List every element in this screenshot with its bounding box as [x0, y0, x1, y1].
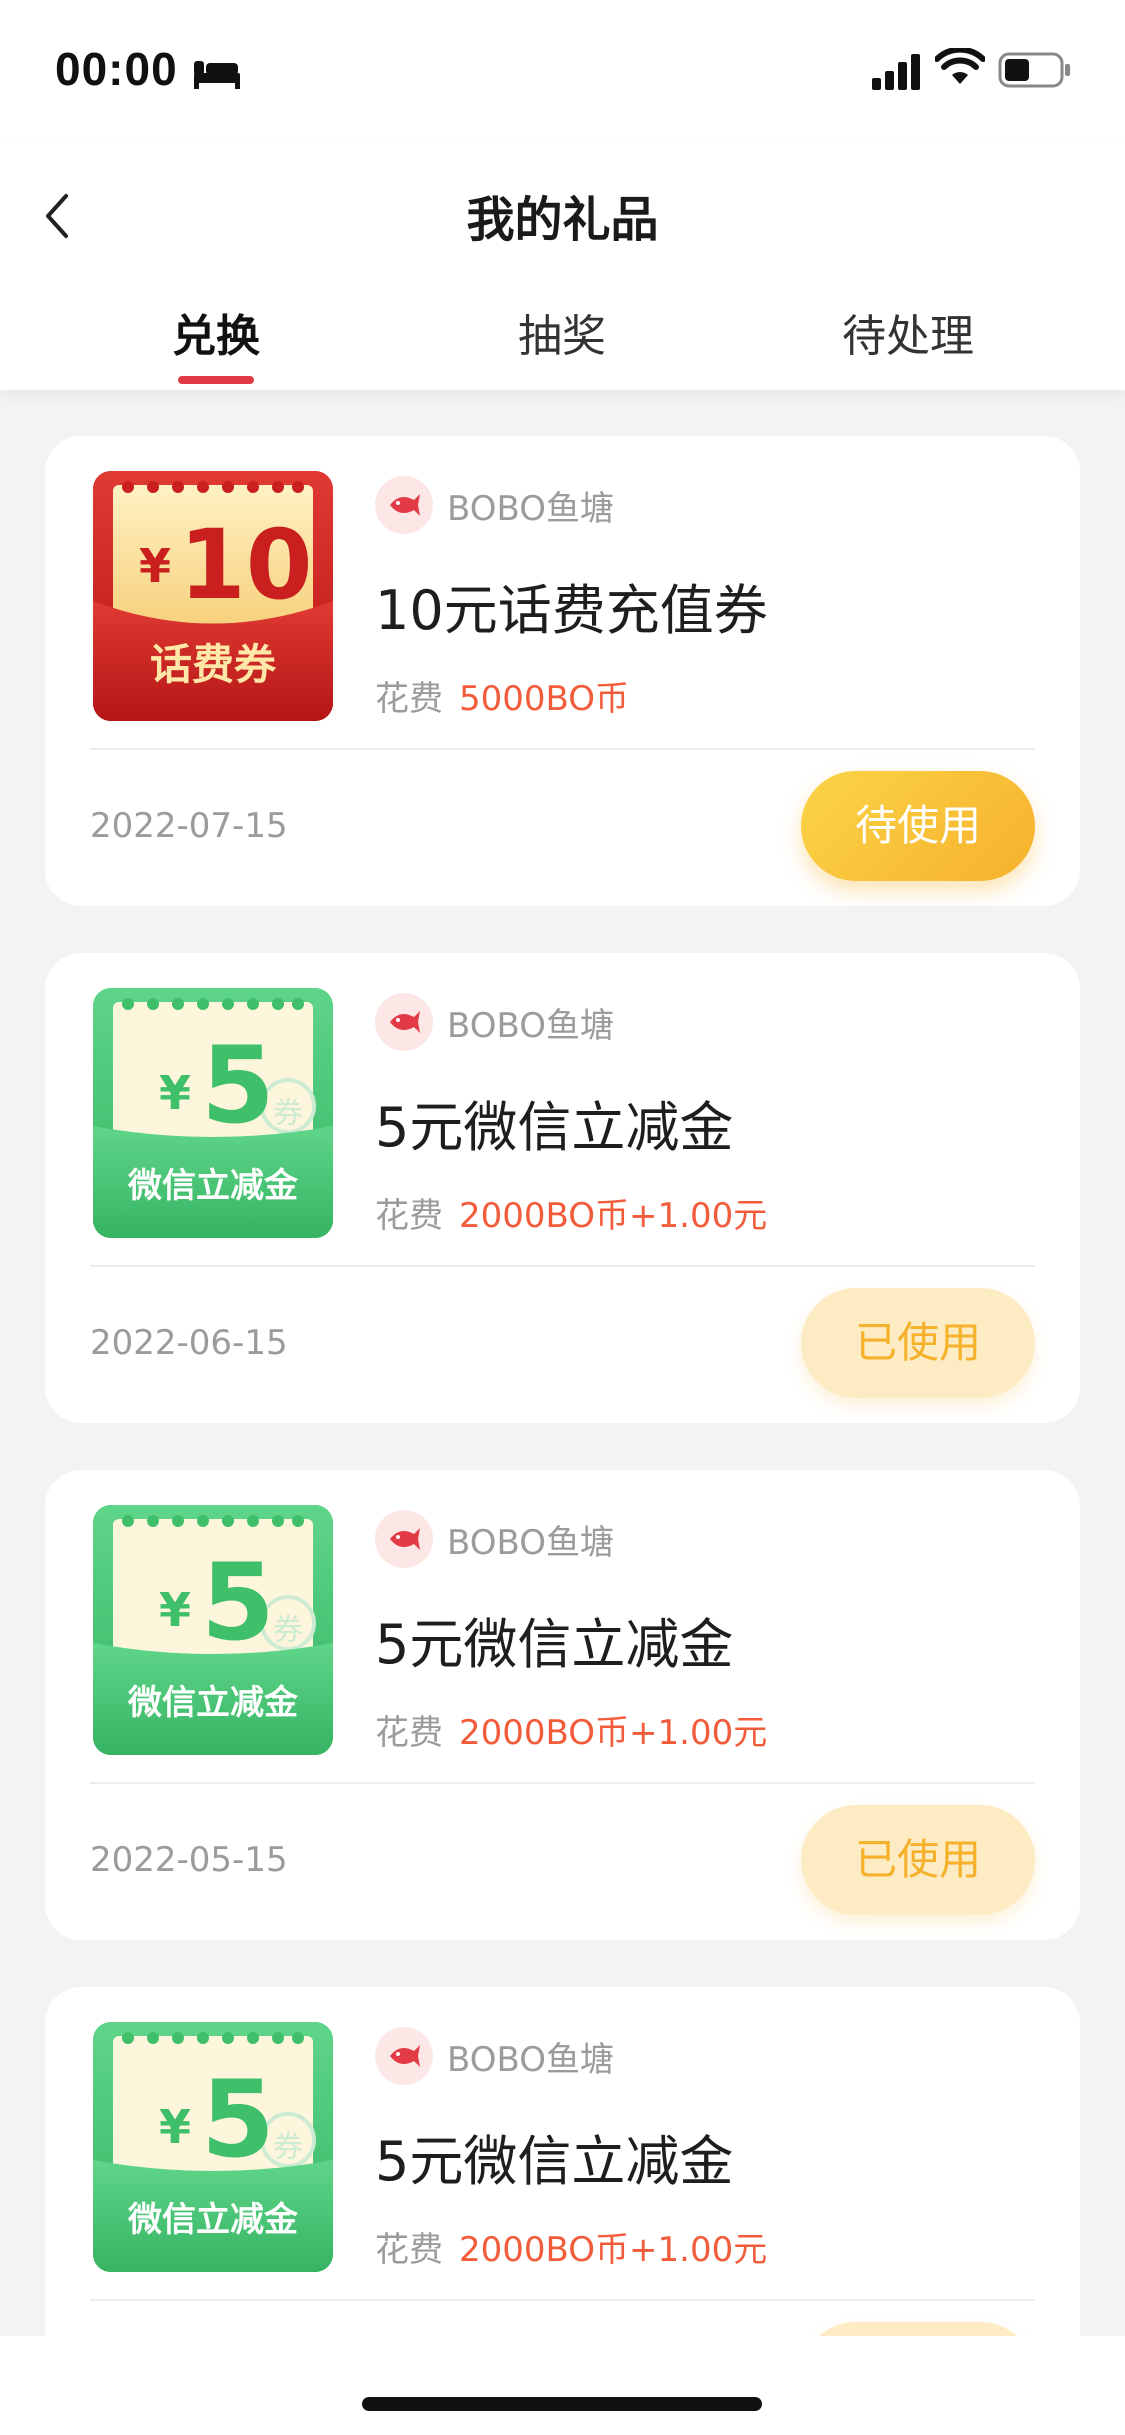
divider	[90, 2299, 1035, 2301]
cost-label: 花费	[375, 1713, 443, 1753]
voucher-stamp: 券	[273, 2130, 303, 2165]
voucher-label: 微信立减金	[128, 2200, 298, 2240]
voucher-stamp: 券	[273, 1096, 303, 1131]
shop-logo	[375, 1510, 433, 1568]
voucher-label: 微信立减金	[128, 1683, 298, 1723]
tab-exchange[interactable]: 兑换	[66, 300, 366, 364]
cost-value: 5000BO币	[459, 679, 630, 719]
gift-name: 5元微信立减金	[375, 1613, 734, 1676]
tab-pending[interactable]: 待处理	[758, 300, 1058, 364]
tab-lottery[interactable]: 抽奖	[412, 300, 712, 364]
used-button[interactable]: 已使用	[801, 1288, 1035, 1398]
cost-value: 2000BO币+1.00元	[459, 2230, 768, 2270]
wechat-voucher-thumbnail: ¥ 5 券 微信立减金	[93, 988, 333, 1238]
fish-logo-icon	[390, 1011, 420, 1033]
gift-card[interactable]: ¥ 10 话费券 BOBO鱼塘 10元话费充值券 花费 5000BO币 2022…	[45, 436, 1080, 906]
wechat-voucher-thumbnail: ¥ 5 券 微信立减金	[93, 1505, 333, 1755]
shop-name: BOBO鱼塘	[447, 1006, 614, 1046]
voucher-stamp: 券	[273, 1613, 303, 1648]
home-indicator[interactable]	[362, 2397, 762, 2411]
bottom-safe-area	[0, 2336, 1125, 2435]
status-bar: 00:00	[0, 0, 1125, 140]
voucher-currency: ¥	[159, 1066, 192, 1120]
gift-name: 5元微信立减金	[375, 2130, 734, 2193]
fish-logo-icon	[390, 2045, 420, 2067]
divider	[90, 748, 1035, 750]
shop-logo	[375, 993, 433, 1051]
shop-name: BOBO鱼塘	[447, 1523, 614, 1563]
shop-logo	[375, 476, 433, 534]
status-time: 00:00	[55, 43, 178, 95]
fish-logo-icon	[390, 494, 420, 516]
gift-date: 2022-07-15	[90, 806, 288, 846]
gift-card[interactable]: ¥ 5 券 微信立减金 BOBO鱼塘 5元微信立减金 花费 2000BO币+1.…	[45, 1470, 1080, 1940]
divider	[90, 1782, 1035, 1784]
wifi-icon	[935, 48, 985, 84]
voucher-currency: ¥	[159, 2100, 192, 2154]
fish-logo-icon	[390, 1528, 420, 1550]
voucher-amount: 5	[201, 1541, 275, 1664]
cost-value: 2000BO币+1.00元	[459, 1713, 768, 1753]
bed-icon	[194, 61, 240, 89]
voucher-label: 微信立减金	[128, 1166, 298, 1206]
cost-label: 花费	[375, 2230, 443, 2270]
gift-card[interactable]: ¥ 5 券 微信立减金 BOBO鱼塘 5元微信立减金 花费 2000BO币+1.…	[45, 953, 1080, 1423]
voucher-currency: ¥	[159, 1583, 192, 1637]
page-title: 我的礼品	[466, 192, 659, 248]
cost-label: 花费	[375, 679, 443, 719]
cost-value: 2000BO币+1.00元	[459, 1196, 768, 1236]
voucher-amount: 10	[179, 509, 313, 621]
wechat-voucher-thumbnail: ¥ 5 券 微信立减金	[93, 2022, 333, 2272]
gift-name: 10元话费充值券	[375, 579, 768, 642]
voucher-amount: 5	[201, 2058, 275, 2181]
divider	[90, 1265, 1035, 1267]
cost-label: 花费	[375, 1196, 443, 1236]
gift-date: 2022-06-15	[90, 1323, 288, 1363]
signal-icon	[872, 54, 920, 90]
shop-logo	[375, 2027, 433, 2085]
gift-date: 2022-05-15	[90, 1840, 288, 1880]
voucher-label: 话费券	[149, 640, 276, 689]
used-button[interactable]: 已使用	[801, 1805, 1035, 1915]
use-pending-button[interactable]: 待使用	[801, 771, 1035, 881]
gift-name: 5元微信立减金	[375, 1096, 734, 1159]
shop-name: BOBO鱼塘	[447, 2040, 614, 2080]
shop-name: BOBO鱼塘	[447, 489, 614, 529]
voucher-currency: ¥	[139, 539, 172, 593]
phone-voucher-thumbnail: ¥ 10 话费券	[93, 471, 333, 721]
active-tab-indicator	[178, 376, 254, 384]
voucher-amount: 5	[201, 1024, 275, 1147]
nav-bar: 我的礼品 兑换 抽奖 待处理	[0, 140, 1125, 390]
battery-icon	[998, 52, 1070, 88]
